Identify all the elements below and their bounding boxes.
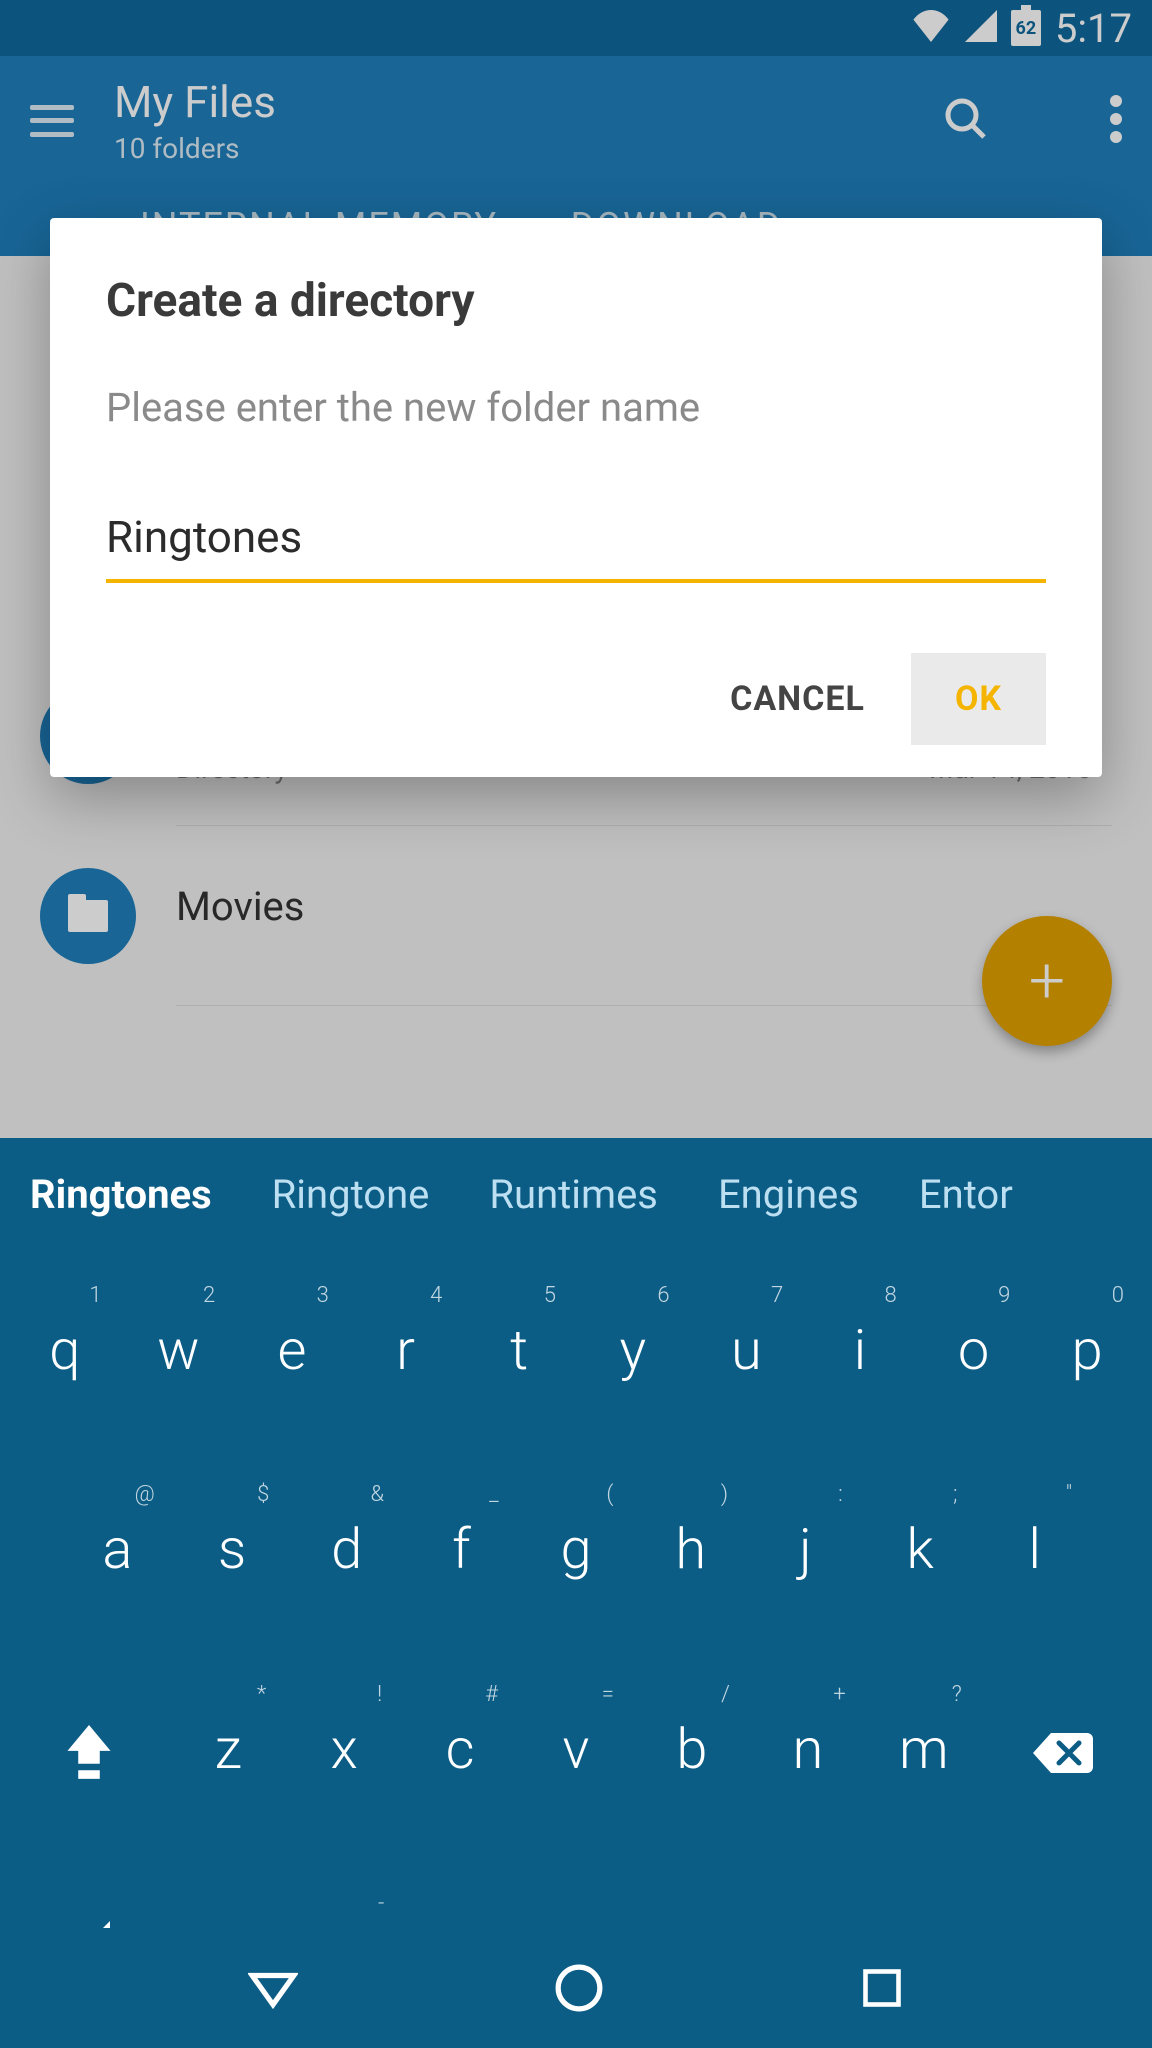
key-g[interactable]: (g [519,1516,634,1582]
key-a[interactable]: @a [60,1516,175,1582]
key-y[interactable]: 6y [576,1317,690,1383]
key-i[interactable]: 8i [803,1317,917,1383]
shift-key[interactable] [8,1716,170,1782]
key-d[interactable]: &d [289,1516,404,1582]
suggestion[interactable]: Ringtone [272,1171,430,1218]
key-x[interactable]: !x [286,1716,402,1782]
screen: 62 5:17 My Files 10 folders INTERNAL MEM… [0,0,1152,2048]
dialog-title: Create a directory [106,274,1046,328]
key-p[interactable]: 0p [1030,1317,1144,1383]
key-j[interactable]: :j [748,1516,863,1582]
key-o[interactable]: 9o [917,1317,1031,1383]
suggestion[interactable]: Engines [718,1171,859,1218]
back-button[interactable] [248,1963,298,2013]
key-z[interactable]: *z [170,1716,286,1782]
cancel-button[interactable]: CANCEL [694,653,901,745]
key-l[interactable]: "l [977,1516,1092,1582]
backspace-key[interactable] [982,1716,1144,1782]
key-c[interactable]: #c [402,1716,518,1782]
dialog-description: Please enter the new folder name [106,384,1046,431]
key-t[interactable]: 5t [462,1317,576,1383]
key-b[interactable]: /b [634,1716,750,1782]
key-n[interactable]: +n [750,1716,866,1782]
create-directory-dialog: Create a directory Please enter the new … [50,218,1102,777]
key-f[interactable]: _f [404,1516,519,1582]
folder-name-input[interactable] [106,511,1046,563]
shift-icon [63,1716,115,1782]
key-r[interactable]: 4r [349,1317,463,1383]
ok-button[interactable]: OK [911,653,1046,745]
backspace-icon [1031,1716,1095,1782]
soft-keyboard: Ringtones Ringtone Runtimes Engines Ento… [0,1138,1152,2048]
key-k[interactable]: ;k [863,1516,978,1582]
key-u[interactable]: 7u [690,1317,804,1383]
suggestion[interactable]: Ringtones [30,1171,212,1218]
key-h[interactable]: )h [633,1516,748,1582]
key-e[interactable]: 3e [235,1317,349,1383]
nav-bar [0,1928,1152,2048]
key-w[interactable]: 2w [122,1317,236,1383]
key-v[interactable]: =v [518,1716,634,1782]
suggestion-bar: Ringtones Ringtone Runtimes Engines Ento… [0,1138,1152,1250]
recents-button[interactable] [860,1966,904,2010]
suggestion[interactable]: Entor [919,1171,1013,1218]
key-m[interactable]: ?m [866,1716,982,1782]
home-button[interactable] [554,1963,604,2013]
key-q[interactable]: 1q [8,1317,122,1383]
key-s[interactable]: $s [175,1516,290,1582]
suggestion[interactable]: Runtimes [489,1171,658,1218]
